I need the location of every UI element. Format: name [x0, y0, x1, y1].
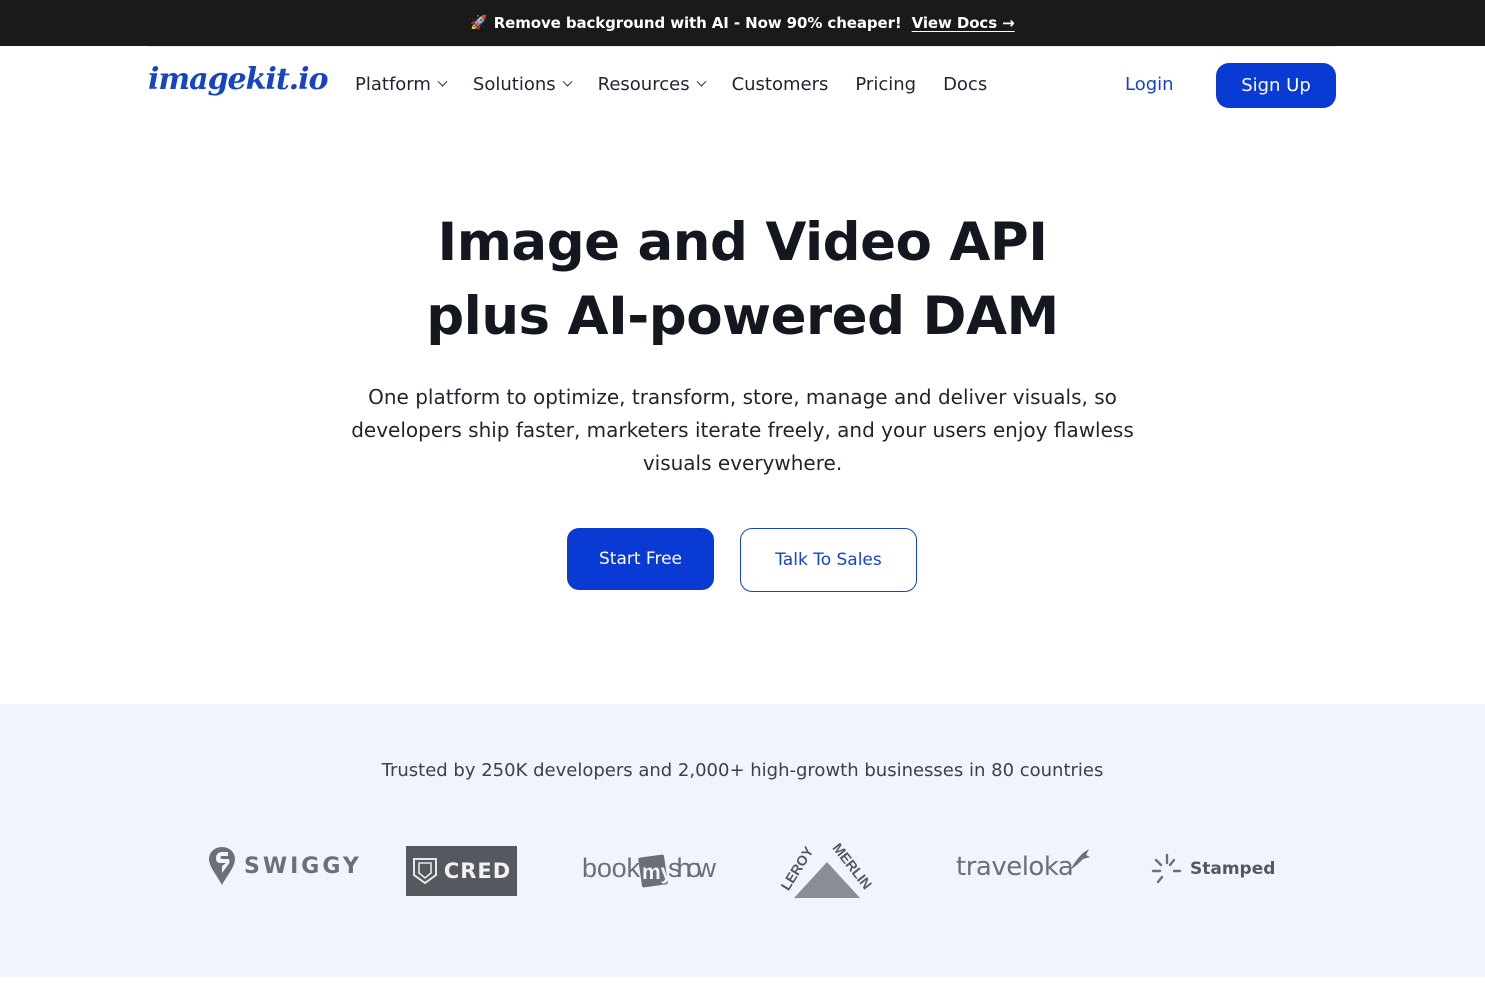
cred-wordmark: CRED	[443, 859, 512, 883]
stamped-logo: Stamped	[1150, 852, 1275, 886]
nav-item-docs[interactable]: Docs	[943, 74, 987, 95]
cred-logo: CRED	[406, 846, 517, 896]
hero-title: Image and Video API plus AI-powered DAM	[0, 206, 1485, 354]
swiggy-pin-icon	[209, 847, 235, 885]
announcement-text: Remove background with AI - Now 90% chea…	[493, 14, 902, 32]
announcement-bar: 🚀 Remove background with AI - Now 90% ch…	[0, 0, 1485, 46]
nav-item-platform[interactable]: Platform	[355, 74, 448, 95]
chevron-down-icon	[562, 76, 573, 87]
chevron-down-icon	[696, 76, 707, 87]
nav-item-label: Pricing	[855, 74, 917, 95]
nav-item-label: Customers	[731, 74, 829, 95]
talk-to-sales-button[interactable]: Talk To Sales	[740, 528, 917, 592]
login-link[interactable]: Login	[1125, 74, 1174, 95]
leroy-merlin-logo: LEROY MERLIN	[780, 842, 874, 900]
customer-logos: SWIGGY CRED book my show LEROY MERLIN tr…	[0, 842, 1485, 902]
stamped-burst-icon	[1151, 853, 1182, 884]
nav-divider	[148, 46, 1336, 47]
sign-up-button[interactable]: Sign Up	[1216, 63, 1336, 108]
traveloka-logo: traveloka	[956, 849, 1091, 882]
bookmyshow-logo: book my show	[582, 850, 717, 890]
view-docs-link[interactable]: View Docs →	[912, 14, 1015, 32]
rocket-icon: 🚀	[470, 15, 488, 31]
nav-item-label: Resources	[597, 74, 690, 95]
nav-item-label: Docs	[943, 74, 988, 95]
bird-icon	[1071, 849, 1091, 869]
main-menu: Platform Solutions Resources Customers P…	[355, 74, 1014, 95]
nav-item-solutions[interactable]: Solutions	[472, 74, 573, 95]
nav-item-label: Platform	[355, 74, 431, 95]
trusted-by-section: Trusted by 250K developers and 2,000+ hi…	[0, 704, 1485, 977]
swiggy-logo: SWIGGY	[208, 846, 362, 886]
nav-item-pricing[interactable]: Pricing	[855, 74, 916, 95]
cred-shield-icon	[412, 858, 437, 885]
traveloka-wordmark: traveloka	[956, 852, 1074, 882]
chevron-down-icon	[437, 76, 448, 87]
start-free-button[interactable]: Start Free	[567, 528, 714, 590]
svg-text:show: show	[668, 853, 717, 883]
imagekit-logo[interactable]: imagekit.io	[148, 62, 329, 97]
swiggy-wordmark: SWIGGY	[244, 853, 362, 879]
nav-item-customers[interactable]: Customers	[732, 74, 829, 95]
hero-subtitle: One platform to optimize, transform, sto…	[351, 385, 1134, 475]
top-nav: imagekit.io Platform Solutions Resources…	[0, 46, 1485, 126]
trusted-by-text: Trusted by 250K developers and 2,000+ hi…	[381, 760, 1104, 781]
bookmyshow-wordmark-graphic: book my show	[582, 853, 717, 888]
svg-text:book: book	[582, 853, 641, 883]
hero-title-line-2: plus AI-powered DAM	[426, 286, 1059, 347]
stamped-wordmark: Stamped	[1190, 859, 1276, 879]
nav-item-resources[interactable]: Resources	[597, 74, 707, 95]
nav-item-label: Solutions	[472, 74, 556, 95]
leroy-merlin-graphic: LEROY MERLIN	[780, 842, 874, 898]
hero-title-line-1: Image and Video API	[437, 212, 1048, 273]
